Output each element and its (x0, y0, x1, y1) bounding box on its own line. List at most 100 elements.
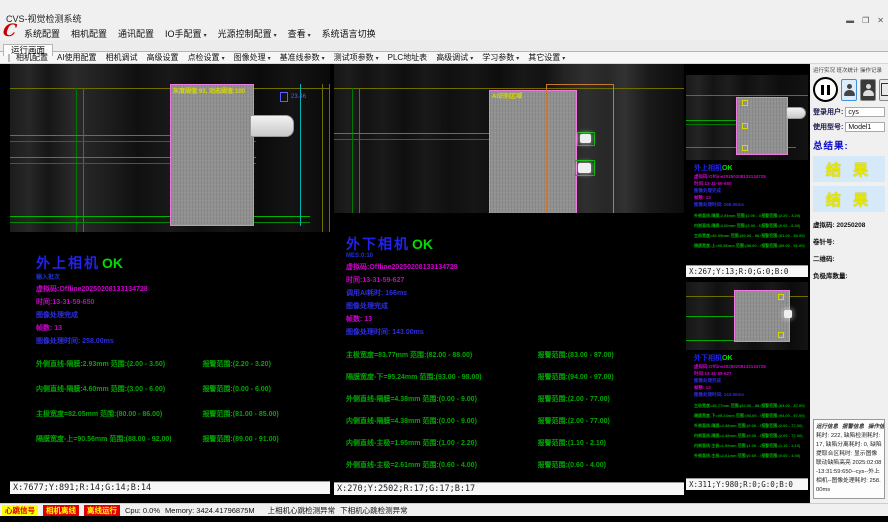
menu-item-io-config[interactable]: IO手配置▾ (165, 27, 207, 40)
ai-roi-box-orange (546, 84, 614, 213)
close-icon[interactable]: ✕ (877, 16, 884, 25)
status-ok: OK (102, 255, 123, 271)
toolbar-item-plc-address[interactable]: PLC地址表 (388, 52, 428, 63)
toolbar-item-camera-debug[interactable]: 相机调试 (106, 52, 138, 63)
toolbar-item-other-settings[interactable]: 其它设置▾ (528, 52, 565, 63)
pixel-coordinates: X:7677;Y:891;R:14;G:14;B:14 (10, 481, 330, 494)
menu-item-system-config[interactable]: 系统配置 (24, 27, 60, 40)
pause-button[interactable] (813, 77, 838, 102)
toolbar-item-ai-usage-config[interactable]: AI使用配置 (57, 52, 97, 63)
login-user-label: 登录用户: (813, 107, 843, 117)
mini-view-2[interactable] (686, 282, 808, 350)
model-value[interactable]: Model1 (845, 122, 885, 132)
toolbar-item-learning-params[interactable]: 学习参数▾ (482, 52, 519, 63)
measurement-row: 内侧直线-主极=1.95mm 范围:(1.00 - 2.20)报警范围:(1.1… (346, 438, 682, 448)
tab-strip: 运行画面 (0, 40, 888, 52)
connector-blob (786, 107, 806, 119)
pixel-coordinates: X:267;Y:13;R:0;G:0;B:0 (686, 265, 808, 277)
bottom-strip (0, 516, 888, 522)
measurement-text: 外侧直线-主极=2.61mm 范围:(0.60 - 4.00) (346, 460, 538, 470)
log-tab-operation[interactable]: 操作信息 (868, 422, 885, 430)
product-region (170, 84, 254, 226)
marker-value-text: 23.46 (291, 94, 306, 100)
logout-icon: ➜ (881, 83, 888, 96)
process-time-text: 图像处理时间: 258.00ms (36, 336, 328, 346)
toolbar-grip[interactable] (8, 54, 10, 62)
menu-item-light-control-config[interactable]: 光源控制配置▾ (218, 27, 277, 40)
log-box: 运行信息 报警信息 操作信息 耗时: 222, 缺陷检测耗时: 17, 缺陷分离… (813, 419, 885, 499)
log-tab-alarm[interactable]: 报警信息 (842, 422, 864, 430)
toolbar-item-advanced-settings[interactable]: 高级设置 (147, 52, 179, 63)
marker-box-blue (280, 92, 288, 102)
admin-user-icon (863, 84, 874, 96)
user-button[interactable] (841, 79, 857, 101)
camera-result-title: 外上相机OK (694, 163, 806, 173)
menu-item-comm-config[interactable]: 通讯配置 (118, 27, 154, 40)
process-done-text: 图像处理完成 (694, 188, 806, 194)
menu-item-language-switch[interactable]: 系统语言切换 (322, 27, 376, 40)
menu-item-view[interactable]: 查看▾ (288, 27, 311, 40)
camera-image-upper[interactable]: 灰度阈值:93, 动态阈值:100 23.46 (10, 64, 330, 232)
toolbar-item-camera-config[interactable]: 相机配置 (16, 52, 48, 63)
model-row: 使用型号: Model1 (813, 122, 885, 132)
dropdown-arrow-icon: ▾ (308, 33, 311, 39)
toolbar-item-image-processing[interactable]: 图像处理▾ (234, 52, 271, 63)
roi-line-yellow (686, 95, 808, 96)
menu-bar: C 系统配置 相机配置 通讯配置 IO手配置▾ 光源控制配置▾ 查看▾ 系统语言… (0, 26, 888, 40)
menu-item-camera-config[interactable]: 相机配置 (71, 27, 107, 40)
alarm-range-text: 报警范围:(0.60 - 4.00) (538, 460, 606, 470)
toolbar: 相机配置 AI使用配置 相机调试 高级设置 点检设置▾ 图像处理▾ 基准线参数▾… (0, 52, 888, 64)
admin-user-button[interactable] (860, 79, 876, 101)
baseline-green (359, 88, 360, 213)
virtual-code-text: 虚拟码:Offline20250208133134728 (36, 284, 328, 294)
panel-bottom-pad (10, 494, 330, 503)
maximize-icon[interactable]: ❐ (862, 16, 869, 25)
camera-panel-upper: 灰度阈值:93, 动态阈值:100 23.46 外上相机OK 输入批次 虚拟码:… (10, 64, 330, 503)
process-time-text: 图像处理时间: 143.00ms (346, 327, 682, 337)
mini-report-upper: 外上相机OK 虚拟码:Offline20250208133134728 时间:1… (686, 160, 808, 265)
measurement-row: 内侧直线-主极=1.95mm 范围:(1.00 - 2.20)报警范围:(1.1… (694, 443, 806, 449)
log-tab-run[interactable]: 运行信息 (816, 422, 838, 430)
batch-subtext: MES:0:10 (346, 253, 682, 259)
time-text: 时间:13-31-59-650 (694, 181, 806, 187)
logout-button[interactable]: ➜ (879, 79, 888, 101)
dropdown-arrow-icon: ▾ (274, 33, 277, 39)
mini-panel-upper: 外上相机OK 虚拟码:Offline20250208133134728 时间:1… (686, 75, 808, 277)
camera-result-title: 外下相机OK (694, 353, 806, 363)
mini-view-1[interactable] (686, 75, 808, 160)
measurement-row: 外侧直线-隔膜=4.38mm 范围:(0.00 - 9.00)报警范围:(2.0… (346, 394, 682, 404)
camera-image-lower[interactable]: AI识别区域 (334, 64, 684, 213)
result-report-upper: 外上相机OK 输入批次 虚拟码:Offline20250208133134728… (10, 232, 330, 459)
defect-mark-yellow (742, 100, 748, 106)
dropdown-arrow-icon: ▾ (322, 56, 325, 62)
mini-report-lower: 外下相机OK 虚拟码:Offline20250208133134728 时间:1… (686, 350, 808, 478)
alarm-range-text: 报警范围:(83.00 - 87.00) (538, 350, 614, 360)
login-user-row: 登录用户: cys (813, 107, 885, 117)
cpu-usage-text: Cpu: 0.0% (125, 506, 160, 515)
camera-result-title: 外上相机OK (36, 256, 328, 271)
process-time-text: 图像处理时间: 143.00ms (694, 392, 806, 398)
toolbar-item-baseline-params[interactable]: 基准线参数▾ (280, 52, 325, 63)
threshold-overlay-text: 灰度阈值:93, 动态阈值:100 (173, 86, 245, 95)
measurement-row: 隔膜宽度-下=95.24mm 范围:(93.00 - 98.00)报警范围:(9… (346, 372, 682, 382)
pixel-coordinates: X:311;Y:980;R:0;G:0;B:0 (686, 478, 808, 490)
offline-mode-badge: 离线运行 (84, 505, 120, 516)
log-text: 耗时: 222, 缺陷检测耗时: 17, 缺陷分离耗时: 0, 缺陷提取合区耗时… (816, 432, 882, 495)
minimize-icon[interactable]: ▬ (846, 16, 854, 25)
status-ok: OK (722, 355, 733, 362)
toolbar-item-spot-check[interactable]: 点检设置▾ (188, 52, 225, 63)
lower-camera-heartbeat-note: 下相机心跳检测异常 (340, 505, 408, 516)
measurement-row: 主极宽度=82.05mm 范围:(80.00 - 86.00)报警范围:(81.… (36, 409, 328, 419)
window-title: CVS-视觉检测系统 (6, 12, 838, 25)
toolbar-item-test-params[interactable]: 测试项参数▾ (334, 52, 379, 63)
qrcode-field: 二维码: (813, 253, 885, 263)
toolbar-item-advanced-debug[interactable]: 高级调试▾ (436, 52, 473, 63)
measurement-row: 外侧直线-隔膜:2.93mm 范围:(2.00 - 3.50)报警范围:(2.2… (694, 213, 806, 219)
measurement-text: 外侧直线-隔膜=4.38mm 范围:(0.00 - 9.00) (346, 394, 538, 404)
sidebar-status-note: 运行实况 班次统计 操作记录 (813, 66, 885, 74)
measurement-text: 主极宽度=83.77mm 范围:(82.00 - 88.00) (346, 350, 538, 360)
login-user-value[interactable]: cys (845, 107, 885, 117)
baseline-green (352, 88, 353, 213)
dropdown-arrow-icon: ▾ (222, 56, 225, 62)
log-tabs: 运行信息 报警信息 操作信息 (816, 422, 882, 430)
